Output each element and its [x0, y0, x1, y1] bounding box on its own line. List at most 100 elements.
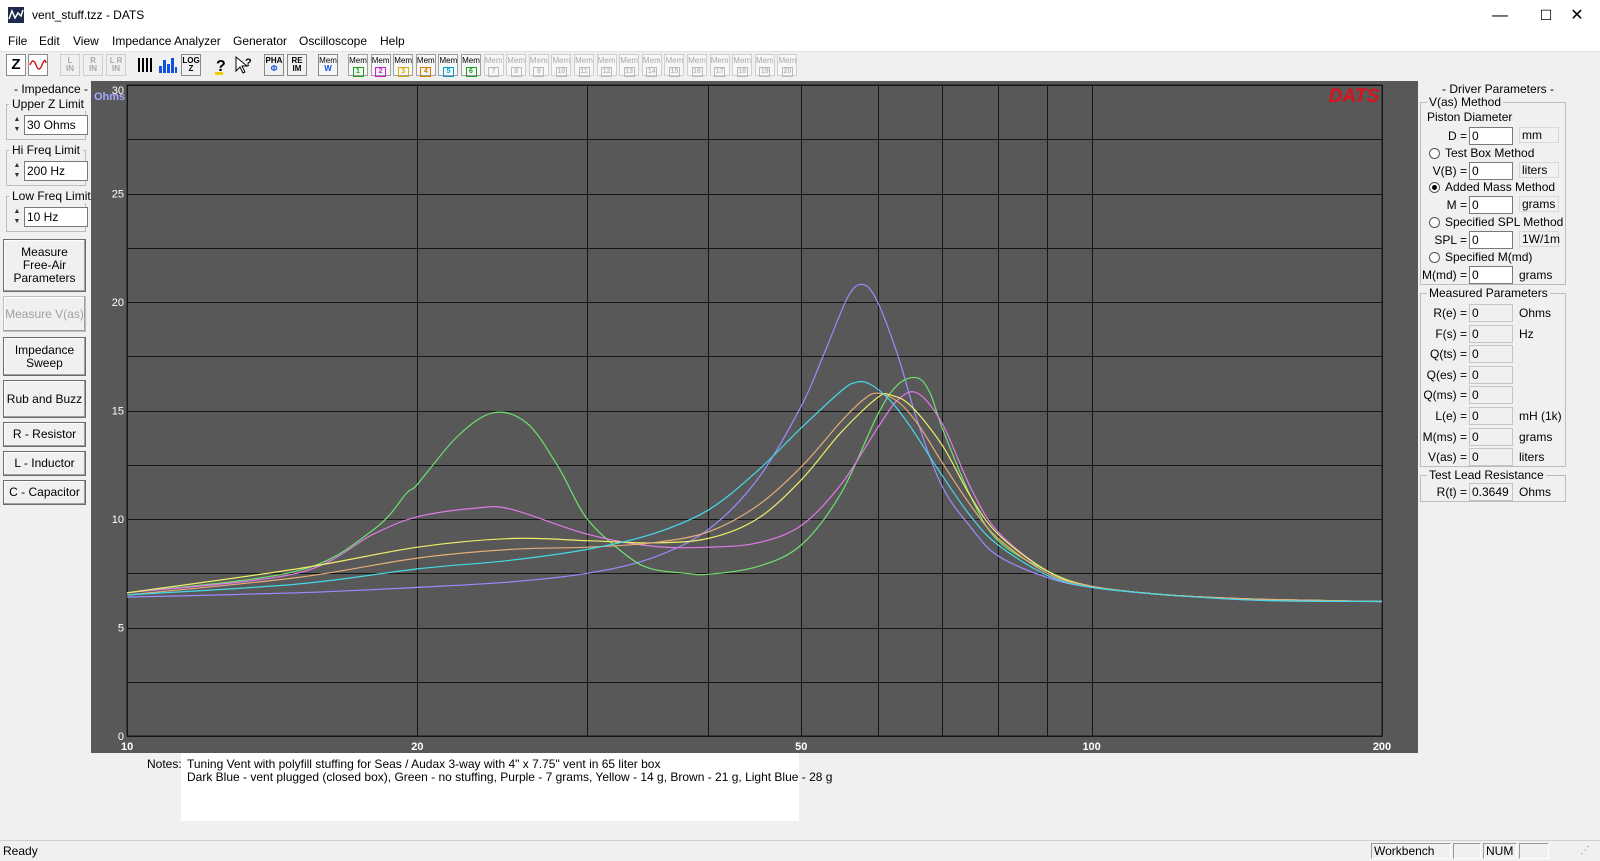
- rub-and-buzz-button[interactable]: Rub and Buzz: [3, 380, 86, 418]
- low-freq-input[interactable]: [24, 207, 88, 227]
- hi-freq-input[interactable]: [24, 161, 88, 181]
- capacitor-button[interactable]: C - Capacitor: [3, 480, 86, 505]
- measure-vas-button[interactable]: Measure V(as): [3, 296, 86, 332]
- measured-label: Q(ts) =: [1429, 347, 1467, 362]
- mem-slot-6-button[interactable]: Mem 6: [461, 54, 481, 77]
- spl-input[interactable]: 0: [1469, 231, 1513, 249]
- re-im-button[interactable]: RE IM: [287, 54, 307, 76]
- mem-slot-number: 15: [668, 67, 680, 77]
- help-button[interactable]: ?: [212, 54, 232, 76]
- impedance-group-title: - Impedance -: [14, 82, 89, 96]
- mem-slot-17-button[interactable]: Mem 17: [709, 54, 730, 77]
- measured-value[interactable]: 0: [1469, 407, 1513, 425]
- menu-oscilloscope[interactable]: Oscilloscope: [299, 34, 367, 48]
- upper-z-spin-arrows[interactable]: ▲ ▼: [11, 115, 23, 135]
- mem-slot-4-button[interactable]: Mem 4: [415, 54, 436, 77]
- test-box-method-radio[interactable]: [1429, 148, 1440, 159]
- measured-value[interactable]: 0: [1469, 345, 1513, 364]
- mem-slot-20-button[interactable]: Mem 20: [777, 54, 798, 77]
- measured-row: V(as) = 0 liters: [1421, 448, 1565, 467]
- lrin-label-bottom: IN: [112, 64, 120, 73]
- mem-slot-15-button[interactable]: Mem 15: [664, 54, 685, 77]
- impedance-chart[interactable]: 0 5 10 15 20 25 30 10 20 50 100 200 Ohms DATS: [91, 81, 1418, 753]
- d-input[interactable]: 0: [1469, 127, 1513, 145]
- hi-freq-spin-arrows[interactable]: ▲ ▼: [11, 161, 23, 181]
- phi-label: Φ: [270, 64, 278, 73]
- vb-row: V(B) = 0 liters: [1421, 162, 1565, 180]
- generator-mode-button[interactable]: [28, 54, 48, 76]
- measured-value[interactable]: 0: [1469, 427, 1513, 446]
- rin-scale-button[interactable]: R IN: [83, 54, 103, 76]
- minimize-button[interactable]: —: [1477, 0, 1523, 31]
- resize-grip-icon[interactable]: ⋰: [1580, 845, 1594, 859]
- lin-scale-button[interactable]: L IN: [60, 54, 80, 76]
- menu-impedance-analyzer[interactable]: Impedance Analyzer: [112, 34, 221, 48]
- upper-z-input[interactable]: [24, 115, 88, 135]
- mem-slot-1-button[interactable]: Mem 1: [348, 54, 368, 77]
- close-button[interactable]: ✕: [1554, 0, 1600, 31]
- notes-textbox[interactable]: Tuning Vent with polyfill stuffing for S…: [181, 753, 832, 821]
- mem-slot-5-button[interactable]: Mem 5: [438, 54, 459, 77]
- measured-value[interactable]: 0: [1469, 448, 1513, 467]
- mem-slot-10-button[interactable]: Mem 10: [551, 54, 572, 77]
- impedance-sweep-button[interactable]: Impedance Sweep: [3, 337, 86, 376]
- low-freq-spinner: ▲ ▼: [11, 207, 88, 227]
- resistor-button[interactable]: R - Resistor: [3, 422, 86, 447]
- menu-edit[interactable]: Edit: [39, 34, 60, 48]
- mem-slot-number: 20: [781, 67, 793, 77]
- mem-slot-3-button[interactable]: Mem 3: [393, 54, 414, 77]
- mem-slot-8-button[interactable]: Mem 8: [506, 54, 527, 77]
- measured-value[interactable]: 0: [1469, 324, 1513, 343]
- vb-input[interactable]: 0: [1469, 162, 1513, 180]
- specified-spl-method-label[interactable]: Specified SPL Method: [1445, 215, 1563, 229]
- lr-in-button[interactable]: L R IN: [106, 54, 126, 76]
- mem-slot-2-button[interactable]: Mem 2: [370, 54, 391, 77]
- mem-slot-19-button[interactable]: Mem 19: [754, 54, 775, 77]
- menu-file[interactable]: File: [8, 34, 27, 48]
- context-help-button[interactable]: ?: [234, 54, 254, 76]
- low-freq-spin-arrows[interactable]: ▲ ▼: [11, 207, 23, 227]
- specified-mmd-radio[interactable]: [1429, 252, 1440, 263]
- specified-spl-method-radio[interactable]: [1429, 217, 1440, 228]
- mem-slot-16-button[interactable]: Mem 16: [687, 54, 707, 77]
- measure-free-air-button[interactable]: Measure Free-Air Parameters: [3, 239, 86, 292]
- notes-line-2: Dark Blue - vent plugged (closed box), G…: [187, 770, 833, 784]
- mem-slot-number: 5: [442, 67, 454, 77]
- mem-slot-11-button[interactable]: Mem 11: [574, 54, 594, 77]
- specified-mmd-label[interactable]: Specified M(md): [1445, 250, 1532, 264]
- rt-input[interactable]: 0.3649: [1469, 483, 1513, 501]
- test-box-method-label[interactable]: Test Box Method: [1445, 146, 1534, 160]
- log-z-button[interactable]: LOG Z: [181, 54, 201, 76]
- impedance-sweep-line2: Sweep: [26, 355, 63, 370]
- added-mass-method-radio[interactable]: [1429, 182, 1440, 193]
- bars-view-button[interactable]: [136, 54, 156, 76]
- measured-row: Q(es) = 0: [1421, 365, 1565, 384]
- mem-slot-12-button[interactable]: Mem 12: [596, 54, 617, 77]
- x-tick-label: 10: [121, 741, 133, 753]
- mem-slot-word: Mem: [552, 56, 571, 65]
- mem-slot-18-button[interactable]: Mem 18: [732, 54, 753, 77]
- inductor-button[interactable]: L - Inductor: [3, 451, 86, 476]
- phase-button[interactable]: PHA Φ: [264, 54, 284, 76]
- menu-view[interactable]: View: [73, 34, 99, 48]
- impedance-mode-button[interactable]: Z: [6, 54, 26, 76]
- mmd-input[interactable]: 0: [1469, 266, 1513, 284]
- added-mass-method-label[interactable]: Added Mass Method: [1445, 180, 1555, 194]
- spectrum-view-button[interactable]: [158, 54, 178, 76]
- mem-slot-number: 17: [714, 67, 726, 77]
- measured-value[interactable]: 0: [1469, 365, 1513, 384]
- mem-slot-number: 10: [555, 67, 567, 77]
- measured-label: M(ms) =: [1422, 429, 1467, 444]
- mmd-label: M(md) =: [1422, 268, 1467, 282]
- menu-help[interactable]: Help: [380, 34, 405, 48]
- chart-series: [126, 283, 1383, 603]
- measured-value[interactable]: 0: [1469, 386, 1513, 405]
- mem-slot-14-button[interactable]: Mem 14: [641, 54, 662, 77]
- mem-slot-9-button[interactable]: Mem 9: [528, 54, 549, 77]
- measured-value[interactable]: 0: [1469, 304, 1513, 322]
- m-input[interactable]: 0: [1469, 196, 1513, 214]
- mem-slot-7-button[interactable]: Mem 7: [483, 54, 504, 77]
- mem-slot-13-button[interactable]: Mem 13: [619, 54, 640, 77]
- mem-write-button[interactable]: Mem W: [318, 54, 338, 76]
- menu-generator[interactable]: Generator: [233, 34, 287, 48]
